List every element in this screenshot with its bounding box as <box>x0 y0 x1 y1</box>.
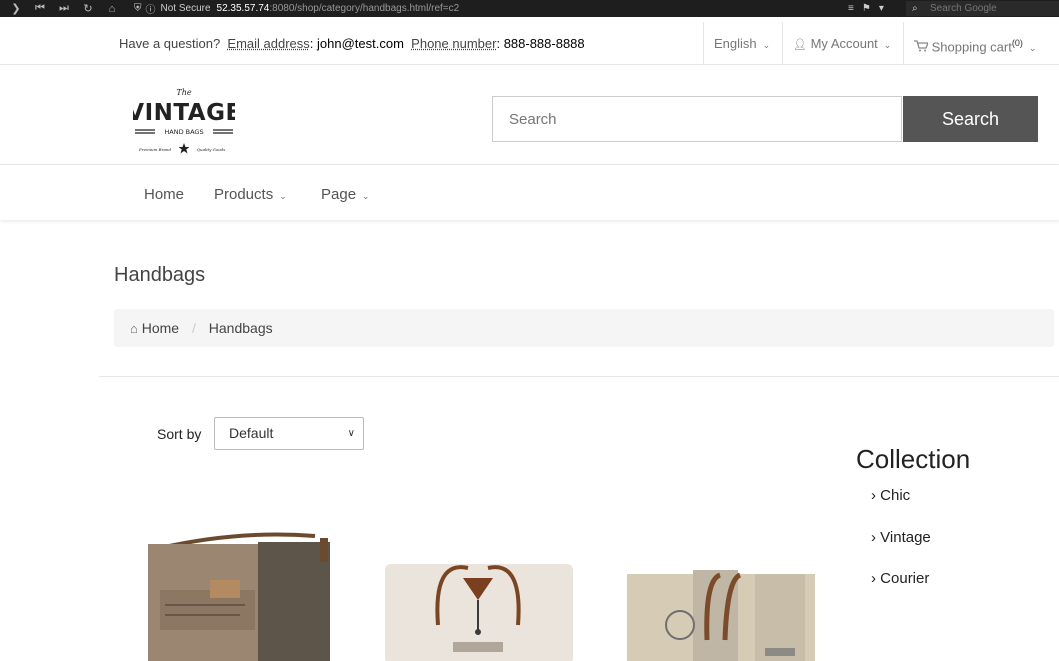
phone-label: Phone number <box>411 36 497 51</box>
breadcrumb-home-label: Home <box>141 320 180 336</box>
svg-text:Premium Brand: Premium Brand <box>138 147 171 152</box>
vintage-logo[interactable]: The VINTAGE HAND BAGS Premium Brand Qual… <box>126 85 241 155</box>
home-icon: ⌂ <box>130 321 138 336</box>
breadcrumb-home[interactable]: ⌂ Home <box>130 320 183 336</box>
account-label: My Account <box>810 36 878 51</box>
collection-item-vintage[interactable]: › Vintage <box>871 529 931 546</box>
sort-label: Sort by <box>157 426 202 442</box>
sort-selected-value: Default <box>229 425 274 441</box>
chevron-down-icon: ⌄ <box>762 40 771 50</box>
language-dropdown[interactable]: English ⌄ <box>703 22 783 65</box>
collection-item-label: Courier <box>880 570 930 587</box>
language-label: English <box>714 36 757 51</box>
reload-icon[interactable]: ↻ <box>78 2 98 15</box>
cart-label: Shopping cart <box>931 39 1012 55</box>
browser-nav-buttons: ❯ ⏮ ⏭ ↻ ⌂ <box>0 2 130 15</box>
search-button[interactable]: Search <box>903 96 1038 142</box>
account-dropdown[interactable]: 👤︎ My Account ⌄ <box>782 22 903 65</box>
site-header: The VINTAGE HAND BAGS Premium Brand Qual… <box>0 65 1059 165</box>
nav-item-label: Products <box>214 186 274 203</box>
top-bar: Have a question? Email address: john@tes… <box>0 22 1059 65</box>
collection-item-chic[interactable]: › Chic <box>871 487 910 504</box>
security-label: Not Secure <box>160 3 211 14</box>
svg-text:The: The <box>176 88 191 97</box>
chevron-down-icon: ⌄ <box>279 191 287 201</box>
chevron-right-icon: › <box>871 570 876 587</box>
shield-icon: ⛨ <box>134 3 142 14</box>
collection-item-label: Vintage <box>880 529 931 546</box>
chevron-down-icon: ⌄ <box>883 40 892 50</box>
phone-value[interactable]: 888-888-8888 <box>504 36 585 51</box>
url-host: 52.35.57.74 <box>216 3 270 14</box>
nav-item-products[interactable]: Products ⌄ <box>214 165 287 220</box>
collection-item-courier[interactable]: › Courier <box>871 570 929 587</box>
search-icon: ⌕ <box>912 3 918 14</box>
info-icon: ⓘ <box>145 5 156 16</box>
browser-actions: ≡ ⚑ ▾ <box>848 0 884 17</box>
divider <box>99 376 1059 377</box>
chevron-down-icon: ⌄ <box>362 191 370 201</box>
product-image-canvas-tote[interactable] <box>383 530 578 661</box>
svg-text:HAND BAGS: HAND BAGS <box>164 128 203 136</box>
nav-item-home[interactable]: Home <box>144 165 184 220</box>
home-icon[interactable]: ⌂ <box>102 3 122 15</box>
browser-toolbar: ❯ ⏮ ⏭ ↻ ⌂ ⛨ ⓘ Not Secure 52.35.57.74:808… <box>0 0 1059 17</box>
nav-item-label: Page <box>321 186 357 203</box>
bookmark-icon[interactable]: ⚑ <box>862 3 871 14</box>
skip-forward-icon[interactable]: ⏭ <box>54 2 74 15</box>
url-path: :8080/shop/category/handbags.html/ref=c2 <box>269 3 460 14</box>
cart-dropdown[interactable]: Shopping cart(0) ⌄ <box>903 22 1059 65</box>
email-value[interactable]: john@test.com <box>317 36 404 51</box>
skip-back-icon[interactable]: ⏮ <box>30 2 50 15</box>
sort-select[interactable]: Default ∨ <box>214 417 364 450</box>
contact-info: Have a question? Email address: john@tes… <box>119 36 585 51</box>
collection-title: Collection <box>856 444 971 474</box>
forward-icon[interactable]: ❯ <box>6 2 26 15</box>
reader-icon[interactable]: ≡ <box>848 3 854 14</box>
email-label: Email address <box>227 36 310 51</box>
browser-search-input[interactable]: ⌕ Search Google <box>906 1 1059 16</box>
collection-item-label: Chic <box>880 487 911 504</box>
browser-search-placeholder: Search Google <box>930 3 997 14</box>
dropdown-icon[interactable]: ▾ <box>879 3 884 14</box>
product-image-messenger-bag[interactable] <box>140 530 335 661</box>
chevron-down-icon: ⌄ <box>1028 43 1037 54</box>
user-icon: 👤︎ <box>793 39 807 51</box>
cart-count: (0) <box>1011 38 1023 48</box>
search-input[interactable] <box>492 96 902 142</box>
chevron-down-icon: ∨ <box>347 428 355 439</box>
nav-item-page[interactable]: Page ⌄ <box>321 165 370 220</box>
question-text: Have a question? <box>119 36 221 51</box>
address-bar[interactable]: ⛨ ⓘ Not Secure 52.35.57.74:8080/shop/cat… <box>134 0 904 17</box>
product-image-striped-tote[interactable] <box>625 530 820 661</box>
svg-text:Quality Goods: Quality Goods <box>197 147 226 152</box>
nav-item-label: Home <box>144 186 185 203</box>
breadcrumb-separator: / <box>192 320 196 336</box>
svg-text:VINTAGE: VINTAGE <box>133 100 235 126</box>
main-navigation: Home Products ⌄ Page ⌄ <box>0 165 1059 220</box>
chevron-right-icon: › <box>871 487 876 504</box>
chevron-right-icon: › <box>871 529 876 546</box>
breadcrumb-current: Handbags <box>208 320 273 336</box>
cart-icon <box>914 39 932 54</box>
breadcrumb: ⌂ Home / Handbags <box>114 309 1054 347</box>
page-title: Handbags <box>114 264 206 286</box>
